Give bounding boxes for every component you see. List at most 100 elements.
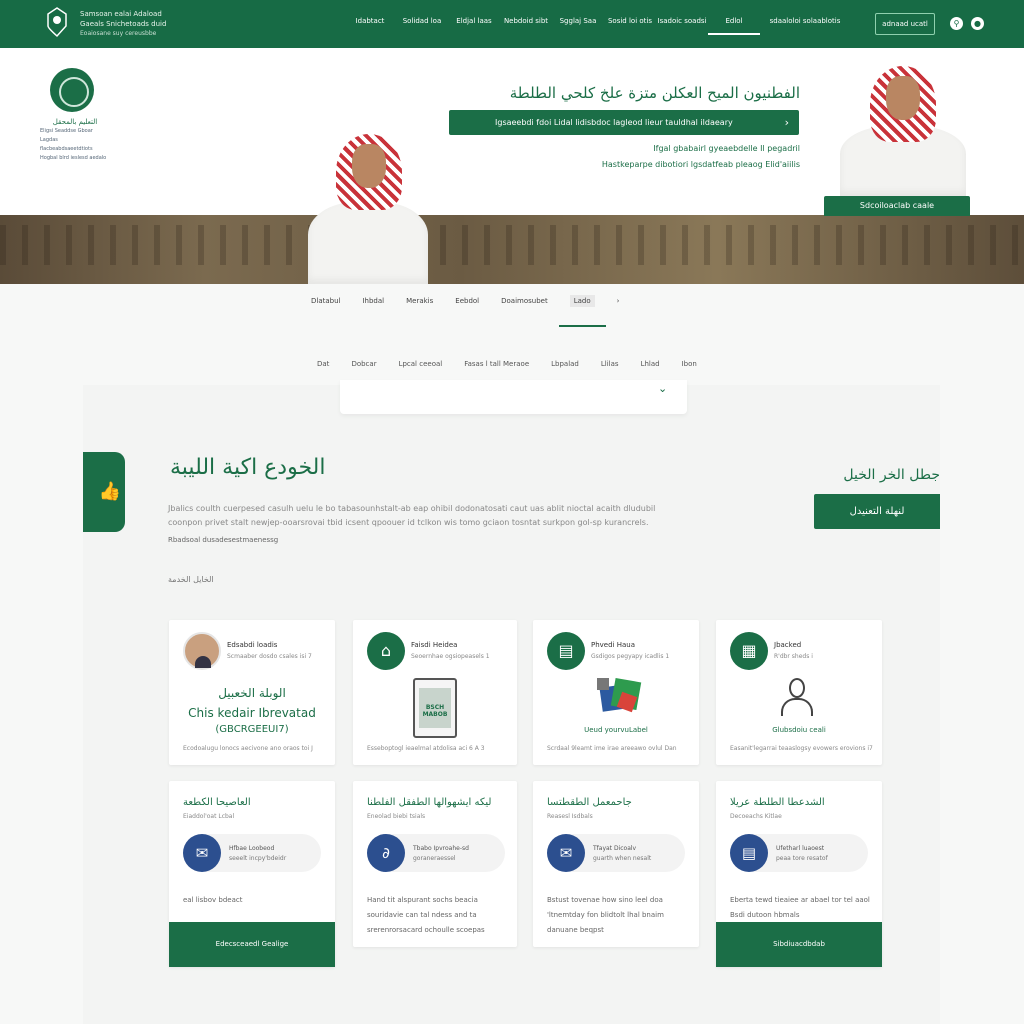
sub-tab[interactable]: Lbpalad (551, 360, 579, 368)
brand-line-2: Gaeals Snichetoads duid (80, 20, 167, 28)
mail-icon: ✉ (183, 834, 221, 872)
heritage-banner-image (0, 215, 1024, 284)
chevron-right-icon[interactable]: › (785, 110, 789, 135)
service-card[interactable]: Edsabdi loadis Scmaaber dosdo csales isi… (169, 620, 335, 765)
service-card[interactable]: ▦ Jbacked R'dbr sheds i Glubsdoiu ceali … (716, 620, 882, 765)
nav-item[interactable]: Nebdoid sibt (500, 17, 552, 35)
nav-item[interactable]: Solidad loa (396, 17, 448, 35)
service-card[interactable]: ▤ Phvedi Haua Gsdigos pegyapy icadlis 1 … (533, 620, 699, 765)
nav-item[interactable]: Isadoic soadsi (656, 17, 708, 35)
nav-item[interactable]: Eldjal laas (448, 17, 500, 35)
hero-search-bar[interactable]: Igsaeebdi fdoi Lidal lidisbdoc lagleod l… (449, 110, 799, 135)
portrait-image-left (308, 132, 428, 284)
card-footer: Easanit'legarrai teaaslogsy evowers erov… (730, 745, 873, 752)
info-card[interactable]: جاحمعمل الطقطتسا Reasesl Isdbals ✉ Tfaya… (533, 781, 699, 947)
more-icon[interactable]: › (606, 297, 631, 327)
card-highlight: الوبلة الخعبيل (218, 686, 286, 700)
tab[interactable]: Merakis (395, 297, 444, 327)
brand-line-3: Eoaiosane suy cereusbbe (80, 30, 157, 37)
portrait-image-right (840, 66, 966, 196)
brand-line-1: Ѕamsoan ealai Adaload (80, 10, 162, 18)
panel-title: الخودع اكية الليبة (170, 455, 326, 480)
pill-text: guarth when nesalt (593, 855, 652, 862)
globe-icon[interactable]: ● (971, 17, 984, 30)
pill-text: peaa tore resatof (776, 855, 828, 862)
main-nav: Idabtact Solidad loa Eldjal laas Nebdoid… (344, 17, 850, 35)
thumbs-up-icon[interactable]: 👍 (83, 452, 125, 532)
side-action-button[interactable]: لنهلة التعنيدل (814, 494, 940, 529)
sub-tab[interactable]: Dat (317, 360, 329, 368)
info-card[interactable]: ليكه ايشهوالها الطفقل الفلطنا Eneolad bi… (353, 781, 517, 947)
panel-description: Jbalics coulth cuerpesed casulh uelu le … (168, 504, 656, 527)
sub-tab[interactable]: Lpcal ceeoal (399, 360, 443, 368)
info-card[interactable]: الشدعطا الطلطة عريلا Decoeachs Kitlae ▤ … (716, 781, 882, 967)
info-pill[interactable]: ✉ Hfbae Loobeod seeelt incpy'bdeidr (183, 834, 321, 872)
card-subtitle: Decoeachs Kitlae (730, 813, 782, 820)
logo-caption-line: Eligsi Seaddse Gboar (40, 128, 93, 134)
search-icon[interactable]: ⚲ (950, 17, 963, 30)
card-body: Hand tit alspurant sochs beacia souridav… (367, 896, 485, 934)
info-pill[interactable]: ✉ Tfayat Dicoalv guarth when nesalt (547, 834, 685, 872)
nav-item[interactable]: Idabtact (344, 17, 396, 35)
name-plate: Sdcoiloaclab caale (824, 196, 970, 216)
sub-tab[interactable]: Dobcar (351, 360, 376, 368)
card-title: ليكه ايشهوالها الطفقل الفلطنا (367, 797, 492, 808)
tab[interactable]: Eebdol (444, 297, 490, 327)
pill-text: Ufetharl luaoest (776, 845, 825, 852)
hero-title: الفطنيون الميح العكلن متزة علخ كلحي الطل… (509, 84, 800, 102)
service-card[interactable]: ⌂ Faisdi Heidea Seoernhae ogsiopeasels 1… (353, 620, 517, 765)
logo-caption-line: التعليم بالمحقل (52, 118, 98, 126)
nav-item[interactable]: Sosid loi otis (604, 17, 656, 35)
dropdown-toggle[interactable]: ⌄ (340, 380, 687, 414)
card-subtitle: Scmaaber dosdo csales isi 7 (227, 653, 312, 660)
link-icon: ∂ (367, 834, 405, 872)
card-title: Edsabdi loadis (227, 641, 278, 649)
card-footer: Esseboptogl ieaelmal atdolisa aci 6 A 3 (367, 745, 485, 752)
sub-tab[interactable]: Ibon (682, 360, 697, 368)
form-icon: ▤ (730, 834, 768, 872)
chevron-down-icon[interactable]: ⌄ (658, 382, 667, 395)
panel-footnote: Rbadsoal dusadesestmaenessg (168, 536, 279, 544)
card-action-button[interactable]: Sibdiuacdbdab (716, 922, 882, 967)
card-subtitle: Eneolad biebi tsials (367, 813, 426, 820)
card-title: الشدعطا الطلطة عريلا (730, 797, 825, 808)
info-card[interactable]: العاصيحا الكطعة Eiaddol'oat Lcbal ✉ Hfba… (169, 781, 335, 967)
info-pill[interactable]: ∂ Tbabo Ipvroahe-sd goraneraessel (367, 834, 505, 872)
sub-tab[interactable]: Llilas (601, 360, 619, 368)
card-title: العاصيحا الكطعة (183, 797, 251, 808)
envelope-icon: ✉ (547, 834, 585, 872)
section-label: الخايل الخدمة (168, 575, 214, 584)
card-caption: Glubsdoiu ceali (772, 726, 826, 734)
sub-tab[interactable]: Lhlad (641, 360, 660, 368)
card-body: Eberta tewd tieaiee ar abael tor tel aao… (730, 896, 870, 919)
info-pill[interactable]: ▤ Ufetharl luaoest peaa tore resatof (730, 834, 868, 872)
side-title: جطل الخر الخيل (843, 467, 940, 483)
tab[interactable]: Ihbdal (351, 297, 395, 327)
card-action-button[interactable]: Edecsceaedl Gealige (169, 922, 335, 967)
pill-text: Hfbae Loobeod (229, 845, 275, 852)
nav-item[interactable]: sdaaloloi solaablotis (760, 17, 850, 35)
tab-active[interactable]: Lado (558, 295, 606, 327)
card-subtitle: Seoernhae ogsiopeasels 1 (411, 653, 490, 660)
emblem-icon[interactable] (44, 6, 70, 38)
shapes-illustration (595, 677, 645, 718)
organization-logo[interactable] (50, 68, 94, 112)
card-subtitle: Reasesl Isdbals (547, 813, 593, 820)
card-footer: Ecodoalugu lonocs aecivone ano oraos toi… (183, 745, 313, 752)
card-title: جاحمعمل الطقطتسا (547, 797, 632, 808)
calculator-icon: ▦ (730, 632, 768, 670)
pill-text: seeelt incpy'bdeidr (229, 855, 287, 862)
card-subtitle: Gsdigos pegyapy icadlis 1 (591, 653, 670, 660)
card-title: Phvedi Haua (591, 641, 635, 649)
card-body: eal lisbov bdeact (183, 896, 243, 904)
card-title: Jbacked (774, 641, 802, 649)
nav-item-active[interactable]: Edlol (708, 17, 760, 35)
brand-name[interactable]: Ѕamsoan ealai Adaload Gaeals Snichetoads… (80, 9, 166, 39)
nav-item[interactable]: Sgglaj Saa (552, 17, 604, 35)
tab[interactable]: Doaimosubet (490, 297, 559, 327)
pill-text: Tbabo Ipvroahe-sd (413, 845, 469, 852)
top-action-button[interactable]: adnaad ucatl (875, 13, 935, 35)
tab[interactable]: Dlatabul (300, 297, 351, 327)
logo-caption: التعليم بالمحقل Eligsi Seaddse Gboar Lag… (40, 118, 110, 163)
sub-tab[interactable]: Fasas l tall Meraoe (464, 360, 529, 368)
